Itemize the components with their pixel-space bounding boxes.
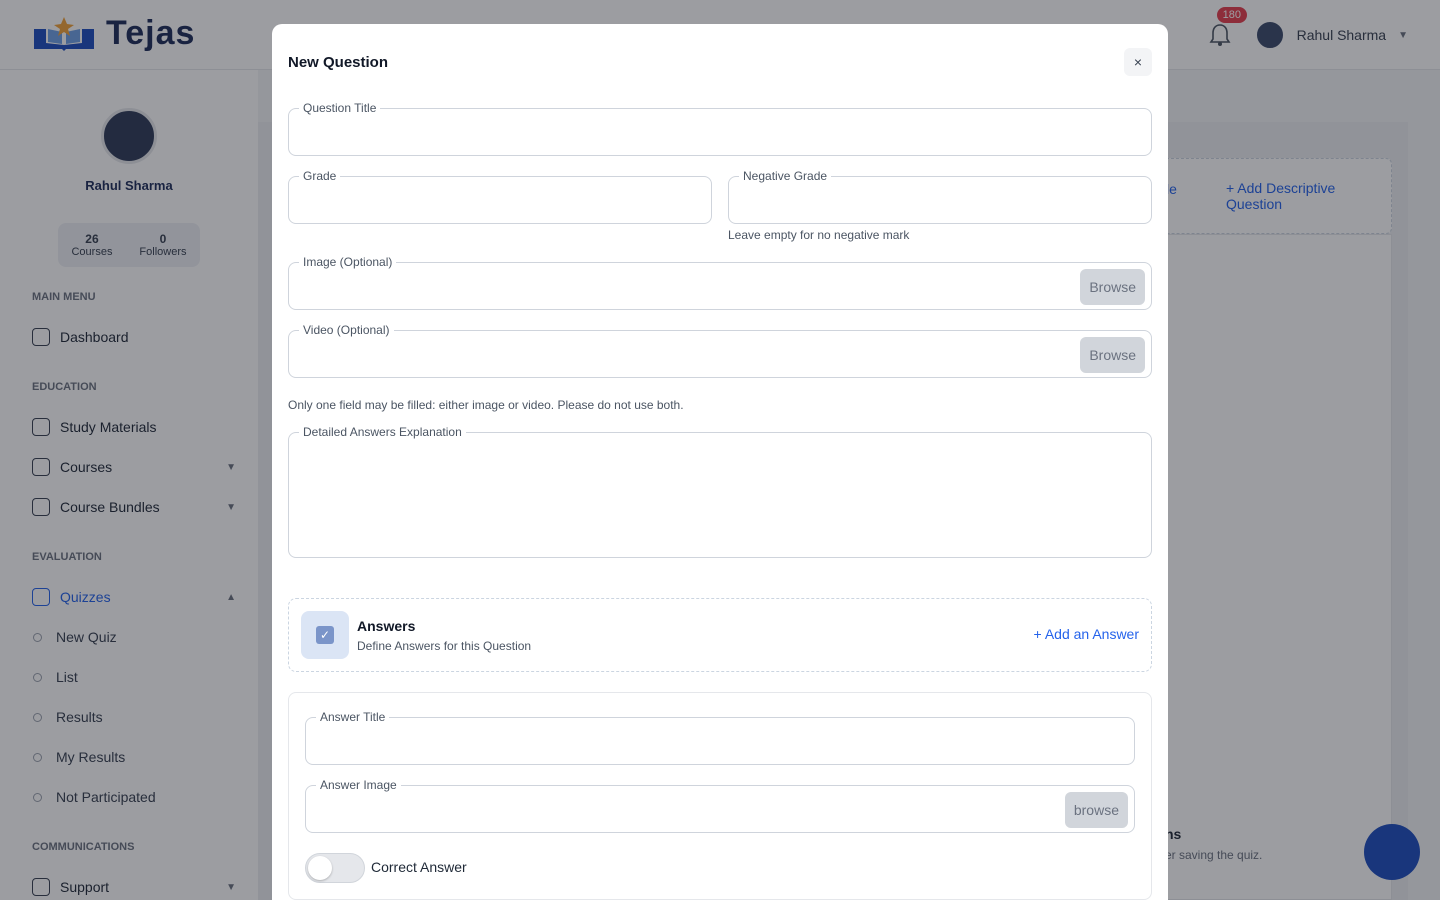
explanation-label: Detailed Answers Explanation bbox=[299, 425, 466, 439]
answer-title-field[interactable]: Answer Title bbox=[305, 710, 1135, 765]
image-browse-button[interactable]: Browse bbox=[1080, 269, 1145, 305]
add-answer-button[interactable]: + Add an Answer bbox=[1034, 626, 1139, 642]
negative-grade-input[interactable] bbox=[729, 177, 1151, 223]
video-browse-button[interactable]: Browse bbox=[1080, 337, 1145, 373]
explanation-textarea[interactable] bbox=[289, 433, 1151, 557]
answers-title: Answers bbox=[357, 618, 416, 634]
modal-title: New Question bbox=[288, 54, 389, 71]
image-label: Image (Optional) bbox=[299, 255, 397, 269]
answers-icon: ✓ bbox=[301, 611, 349, 659]
close-button[interactable]: × bbox=[1124, 48, 1152, 76]
question-title-field[interactable]: Question Title bbox=[288, 101, 1152, 156]
video-input[interactable] bbox=[289, 331, 1151, 377]
video-label: Video (Optional) bbox=[299, 323, 394, 337]
checkbox-icon: ✓ bbox=[316, 626, 334, 644]
answer-title-label: Answer Title bbox=[316, 710, 390, 724]
image-input[interactable] bbox=[289, 263, 1151, 309]
explanation-field[interactable]: Detailed Answers Explanation bbox=[288, 425, 1152, 558]
negative-grade-label: Negative Grade bbox=[739, 169, 832, 183]
answers-subtitle: Define Answers for this Question bbox=[357, 639, 532, 653]
question-title-input[interactable] bbox=[289, 109, 1151, 155]
question-title-label: Question Title bbox=[299, 101, 381, 115]
answer-title-input[interactable] bbox=[306, 718, 1134, 764]
correct-answer-toggle[interactable] bbox=[305, 853, 365, 883]
negative-grade-hint: Leave empty for no negative mark bbox=[728, 228, 910, 242]
answer-image-label: Answer Image bbox=[316, 778, 401, 792]
answer-image-field[interactable]: Answer Image browse bbox=[305, 778, 1135, 833]
answers-header: ✓ Answers Define Answers for this Questi… bbox=[288, 598, 1152, 672]
grade-input[interactable] bbox=[289, 177, 711, 223]
answer-image-input[interactable] bbox=[306, 786, 1134, 832]
answer-card: Answer Title Answer Image browse Correct… bbox=[288, 692, 1152, 900]
grade-field[interactable]: Grade bbox=[288, 169, 712, 224]
media-hint: Only one field may be filled: either ima… bbox=[288, 398, 684, 412]
new-question-modal: New Question × Question Title Grade Nega… bbox=[272, 24, 1168, 900]
toggle-knob bbox=[308, 856, 332, 880]
negative-grade-field[interactable]: Negative Grade bbox=[728, 169, 1152, 224]
grade-label: Grade bbox=[299, 169, 341, 183]
image-field[interactable]: Image (Optional) Browse bbox=[288, 255, 1152, 310]
video-field[interactable]: Video (Optional) Browse bbox=[288, 323, 1152, 378]
answer-image-browse-button[interactable]: browse bbox=[1064, 792, 1128, 828]
correct-answer-label: Correct Answer bbox=[371, 859, 467, 875]
